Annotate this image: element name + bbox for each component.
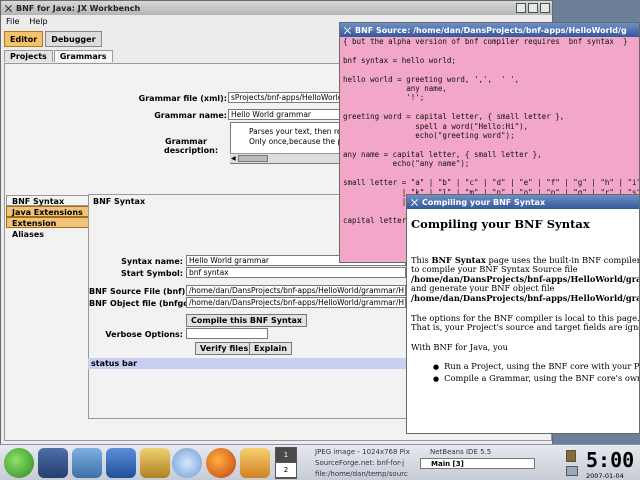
p1-text-a: This: [411, 254, 432, 265]
compile-window-title: Compiling your BNF Syntax: [422, 197, 546, 207]
grammar-description-label-1: Grammar: [165, 137, 207, 146]
editor-button[interactable]: Editor: [4, 31, 44, 47]
help-heading: Compiling your BNF Syntax: [411, 217, 590, 231]
p2-text-a: The options for the BNF compiler is loca…: [411, 312, 640, 323]
window-controls: [516, 3, 550, 13]
main-menu-icon[interactable]: [4, 448, 34, 478]
main-window-title: BNF for Java: JX Workbench: [16, 3, 141, 13]
source-window-title: BNF Source: /home/dan/DansProjects/bnf-a…: [355, 25, 627, 35]
start-symbol-label: Start Symbol:: [120, 269, 183, 278]
clock[interactable]: 5:00: [586, 448, 634, 472]
scroll-left-icon[interactable]: ◀: [231, 155, 236, 162]
compile-titlebar[interactable]: Compiling your BNF Syntax: [407, 195, 639, 209]
bnf-source-field[interactable]: /home/dan/DansProjects/bnf-apps/HelloWor…: [186, 285, 406, 296]
status-bar: status bar: [88, 358, 418, 369]
side-tabs: BNF Syntax Java Extensions Extension Ali…: [6, 195, 89, 239]
debugger-button[interactable]: Debugger: [45, 31, 102, 47]
task-netbeans[interactable]: NetBeans IDE 5.5: [420, 447, 535, 458]
workspace-2[interactable]: 2: [276, 463, 296, 478]
taskbar: 1 2 JPEG image - 1024x768 Pix SourceForg…: [0, 444, 640, 480]
side-tab-extension-aliases[interactable]: Extension Aliases: [6, 217, 89, 239]
compiling-help-window: Compiling your BNF Syntax Compiling your…: [406, 194, 640, 434]
main-tabs: Projects Grammars: [4, 50, 113, 62]
help-bullets: Run a Project, using the BNF core with y…: [411, 362, 639, 385]
p1-source-path: /home/dan/DansProjects/bnf-apps/HelloWor…: [411, 273, 640, 284]
firefox-icon[interactable]: [206, 448, 236, 478]
menu-help[interactable]: Help: [29, 17, 47, 26]
menu-file[interactable]: File: [6, 17, 19, 26]
grammar-file-label: Grammar file (xml):: [138, 94, 227, 103]
syntax-name-label: Syntax name:: [121, 257, 183, 266]
task-sourceforge[interactable]: SourceForge.net: bnf-for-j: [305, 458, 417, 469]
tray-clipboard-icon[interactable]: [566, 450, 576, 462]
minimize-icon[interactable]: [516, 3, 526, 13]
help-paragraph-2: The options for the BNF compiler is loca…: [411, 312, 640, 333]
x-logo-icon: [410, 198, 419, 207]
x-logo-icon: [343, 26, 352, 35]
help-document: Compiling your BNF Syntax This BNF Synta…: [411, 209, 640, 386]
network-icon[interactable]: [172, 448, 202, 478]
grammar-name-field[interactable]: Hello World grammar: [228, 109, 343, 120]
computer-icon[interactable]: [38, 448, 68, 478]
grammar-description-line-1: Parses your text, then rep: [249, 127, 347, 136]
workspace-1[interactable]: 1: [276, 448, 296, 463]
bnf-object-label: BNF Object file (bnfgo):: [89, 299, 196, 308]
verify-files-button[interactable]: Verify files: [195, 342, 254, 355]
p1-text-d: to compile your BNF Syntax Source file: [411, 264, 578, 275]
p1-text-f: and generate your BNF object file: [411, 283, 555, 294]
help-paragraph-1: This BNF Syntax page uses the built-in B…: [411, 254, 640, 304]
description-scrollbar[interactable]: ◀: [230, 153, 340, 163]
bnf-source-label: BNF Source File (bnf):: [89, 287, 189, 296]
p1-object-path: /home/dan/DansProjects/bnf-apps/HelloWor…: [411, 292, 640, 303]
task-jpeg-image[interactable]: JPEG image - 1024x768 Pix: [305, 447, 417, 458]
grammar-name-label: Grammar name:: [154, 111, 227, 120]
tux-mail-icon[interactable]: [240, 448, 270, 478]
help-bullet-2: Compile a Grammar, using the BNF core's …: [433, 373, 639, 385]
grammar-file-field[interactable]: sProjects/bnf-apps/HelloWorld/g: [228, 92, 343, 103]
scroll-thumb[interactable]: [238, 155, 268, 162]
help-paragraph-3: With BNF for Java, you: [411, 341, 508, 352]
source-titlebar[interactable]: BNF Source: /home/dan/DansProjects/bnf-a…: [340, 23, 639, 37]
tab-grammars[interactable]: Grammars: [53, 50, 113, 62]
p1-text-c: page uses the built-in BNF compiler: [485, 254, 640, 265]
close-icon[interactable]: [540, 3, 550, 13]
task-main[interactable]: Main [3]: [420, 458, 535, 469]
home-folder-icon[interactable]: [72, 448, 102, 478]
maximize-icon[interactable]: [528, 3, 538, 13]
verbose-options-field[interactable]: [186, 328, 268, 339]
main-titlebar[interactable]: BNF for Java: JX Workbench: [1, 1, 552, 15]
compile-syntax-button[interactable]: Compile this BNF Syntax: [186, 314, 308, 327]
task-file-browser[interactable]: file:/home/dan/temp/sourc: [305, 469, 417, 480]
panel-title: BNF Syntax: [93, 197, 146, 206]
grammar-description-line-2: Only once,because the pa: [249, 137, 347, 146]
workspace-pager[interactable]: 1 2: [275, 447, 297, 479]
verbose-options-label: Verbose Options:: [105, 330, 183, 339]
tab-projects[interactable]: Projects: [4, 50, 53, 62]
p2-text-b: That is, your Project's source and targe…: [411, 322, 640, 333]
tray-monitor-icon[interactable]: [566, 466, 578, 476]
date: 2007-01-04: [586, 472, 624, 480]
grammar-description-label-2: description:: [163, 146, 219, 155]
p1-text-b: BNF Syntax: [431, 254, 486, 265]
explain-button[interactable]: Explain: [249, 342, 292, 355]
start-symbol-field[interactable]: bnf syntax: [186, 267, 406, 278]
tools-icon[interactable]: [140, 448, 170, 478]
package-icon[interactable]: [106, 448, 136, 478]
x-logo-icon: [4, 4, 13, 13]
bnf-object-field[interactable]: /home/dan/DansProjects/bnf-apps/HelloWor…: [186, 297, 406, 308]
side-tab-bnf-syntax[interactable]: BNF Syntax: [6, 195, 89, 206]
help-bullet-1: Run a Project, using the BNF core with y…: [433, 362, 639, 373]
side-tab-java-extensions[interactable]: Java Extensions: [6, 206, 89, 217]
